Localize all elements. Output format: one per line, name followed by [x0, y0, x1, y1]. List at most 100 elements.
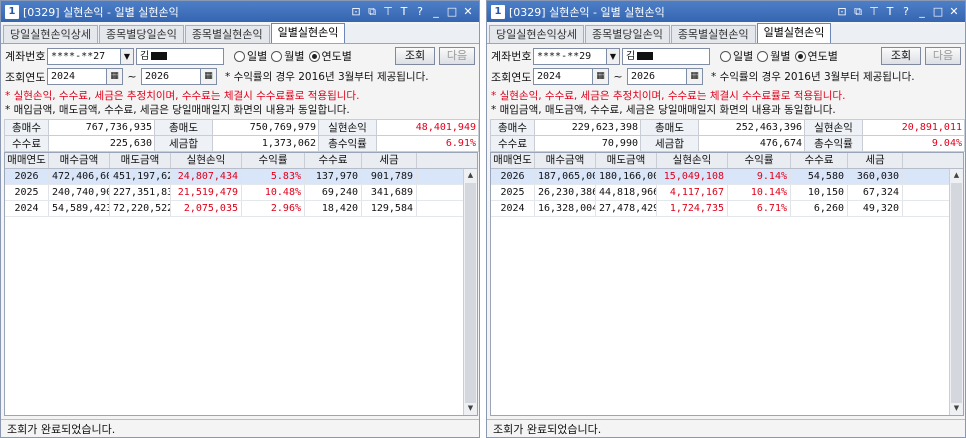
account-input[interactable]: ****-**29	[533, 47, 607, 65]
scroll-thumb[interactable]	[465, 183, 476, 403]
column-header[interactable]: 실현손익	[657, 153, 728, 168]
help-icon[interactable]: ?	[899, 5, 913, 19]
tab-1[interactable]: 종목별당일손익	[98, 25, 184, 43]
table-row[interactable]: 2025240,740,909227,351,83221,519,47910.4…	[5, 185, 477, 201]
column-header[interactable]: 매매연도	[491, 153, 535, 168]
layout-icon[interactable]: ⊤	[381, 5, 395, 19]
font-icon[interactable]: T	[397, 5, 411, 19]
search-button[interactable]: 조회	[881, 47, 921, 65]
tab-3[interactable]: 일별실현손익	[270, 23, 346, 43]
year-label: 조회연도	[5, 70, 46, 84]
minimize-icon[interactable]: _	[429, 5, 443, 19]
close-icon[interactable]: ✕	[461, 5, 475, 19]
column-header[interactable]: 수익률	[728, 153, 791, 168]
range-separator: ~	[613, 70, 623, 83]
period-radio-label: 일별	[733, 50, 754, 63]
help-icon[interactable]: ?	[413, 5, 427, 19]
account-input[interactable]: ****-**27	[47, 47, 121, 65]
minimize-icon[interactable]: _	[915, 5, 929, 19]
period-radio-1[interactable]: 월별	[757, 48, 791, 64]
account-dropdown-icon[interactable]: ▼	[121, 47, 134, 65]
vertical-scrollbar[interactable]: ▲ ▼	[463, 169, 477, 415]
cell-pnl: 1,724,735	[657, 201, 728, 216]
calendar-icon[interactable]: ▦	[593, 68, 609, 85]
table-row[interactable]: 2025 26,230,386 44,818,966 4,117,167 10.14% 1…	[491, 185, 963, 201]
radio-dot-icon[interactable]	[720, 50, 731, 62]
layout-icon[interactable]: ⊤	[867, 5, 881, 19]
radio-dot-icon[interactable]	[271, 50, 283, 62]
period-radio-2[interactable]: 연도별	[308, 48, 352, 64]
radio-dot-icon[interactable]	[308, 50, 320, 62]
period-radio-0[interactable]: 일별	[720, 48, 753, 64]
total-buy-value: 229,623,398	[534, 119, 641, 136]
cell-buy: 54,589,423	[49, 201, 110, 216]
tab-1[interactable]: 종목별당일손익	[584, 25, 670, 43]
period-radio-1[interactable]: 월별	[271, 48, 305, 64]
tab-0[interactable]: 당일실현손익상세	[489, 25, 584, 43]
period-radio-label: 연도별	[321, 50, 352, 63]
font-icon[interactable]: T	[883, 5, 897, 19]
status-bar: 조회가 완료되었습니다.	[1, 419, 479, 437]
maximize-icon[interactable]: □	[931, 5, 945, 19]
calendar-icon[interactable]: ▦	[107, 68, 123, 85]
year-to-input[interactable]: 2026	[627, 68, 687, 85]
yearly-pnl-grid: 매매연도매수금액매도금액실현손익수익률수수료세금2026472,406,6034…	[4, 152, 478, 416]
realized-pnl-window: 1 [0329] 실현손익 - 일별 실현손익 ⊡ ⧉ ⊤ T? _ □ ✕ 당일실현손익상세 종목…	[486, 0, 966, 438]
column-header[interactable]: 매매연도	[5, 153, 49, 168]
maximize-icon[interactable]: □	[445, 5, 459, 19]
link-icon[interactable]: ⧉	[851, 5, 865, 19]
close-icon[interactable]: ✕	[947, 5, 961, 19]
column-header[interactable]: 세금	[848, 153, 903, 168]
year-from-input[interactable]: 2024	[47, 68, 107, 85]
search-button[interactable]: 조회	[395, 47, 435, 65]
pin-icon[interactable]: ⊡	[349, 5, 363, 19]
tab-2[interactable]: 종목별실현손익	[184, 25, 270, 43]
column-header[interactable]: 매수금액	[49, 153, 110, 168]
scroll-down-icon[interactable]: ▼	[464, 402, 477, 415]
status-message: 조회가 완료되었습니다.	[7, 422, 116, 436]
column-header[interactable]: 수수료	[791, 153, 848, 168]
title-bar[interactable]: 1 [0329] 실현손익 - 일별 실현손익 ⊡ ⧉ ⊤ T? _ □ ✕	[1, 1, 479, 22]
scroll-up-icon[interactable]: ▲	[464, 169, 477, 182]
year-to-input[interactable]: 2026	[141, 68, 201, 85]
tab-2[interactable]: 종목별실현손익	[670, 25, 756, 43]
year-from-input[interactable]: 2024	[533, 68, 593, 85]
total-sell-label: 총매도	[640, 119, 699, 136]
header-spacer	[903, 153, 917, 168]
scroll-down-icon[interactable]: ▼	[950, 402, 963, 415]
period-radio-label: 연도별	[807, 50, 838, 63]
column-header[interactable]: 매수금액	[535, 153, 596, 168]
cell-year: 2025	[5, 185, 49, 200]
column-header[interactable]: 실현손익	[171, 153, 242, 168]
next-button[interactable]: 다음	[925, 47, 961, 65]
table-row[interactable]: 2026472,406,603451,197,62524,807,4345.83…	[5, 169, 477, 185]
range-separator: ~	[127, 70, 137, 83]
column-header[interactable]: 매도금액	[110, 153, 171, 168]
table-row[interactable]: 2026187,065,008180,166,00115,049,1089.14…	[491, 169, 963, 185]
total-yield-label: 총수익률	[804, 135, 863, 152]
period-radio-0[interactable]: 일별	[234, 48, 267, 64]
column-header[interactable]: 수익률	[242, 153, 305, 168]
column-header[interactable]: 매도금액	[596, 153, 657, 168]
radio-dot-icon[interactable]	[234, 50, 245, 62]
account-dropdown-icon[interactable]: ▼	[607, 47, 620, 65]
scroll-thumb[interactable]	[951, 183, 962, 403]
pin-icon[interactable]: ⊡	[835, 5, 849, 19]
radio-dot-icon[interactable]	[794, 50, 806, 62]
link-icon[interactable]: ⧉	[365, 5, 379, 19]
column-header[interactable]: 수수료	[305, 153, 362, 168]
table-row[interactable]: 2024 16,328,004 27,478,429 1,724,735 6.71% 6,…	[491, 201, 963, 217]
title-bar[interactable]: 1 [0329] 실현손익 - 일별 실현손익 ⊡ ⧉ ⊤ T? _ □ ✕	[487, 1, 965, 22]
radio-dot-icon[interactable]	[757, 50, 769, 62]
table-row[interactable]: 2024 54,589,423 72,220,522 2,075,035 2.96% 18…	[5, 201, 477, 217]
cell-year: 2024	[5, 201, 49, 216]
column-header[interactable]: 세금	[362, 153, 417, 168]
next-button[interactable]: 다음	[439, 47, 475, 65]
scroll-up-icon[interactable]: ▲	[950, 169, 963, 182]
period-radio-2[interactable]: 연도별	[794, 48, 838, 64]
tab-0[interactable]: 당일실현손익상세	[3, 25, 98, 43]
calendar-icon[interactable]: ▦	[201, 68, 217, 85]
vertical-scrollbar[interactable]: ▲ ▼	[949, 169, 963, 415]
calendar-icon[interactable]: ▦	[687, 68, 703, 85]
tab-3[interactable]: 일별실현손익	[756, 23, 832, 43]
